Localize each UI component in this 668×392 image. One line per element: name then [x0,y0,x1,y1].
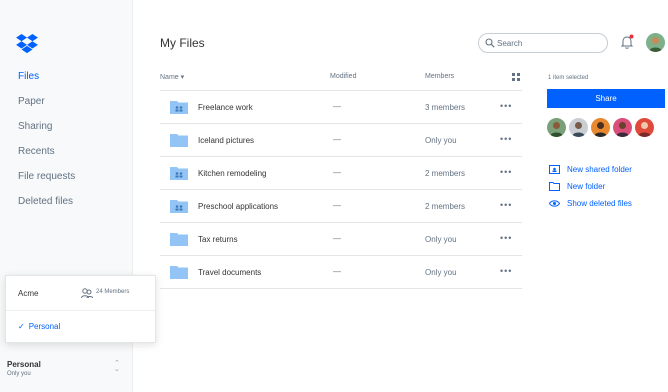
file-modified: — [333,234,341,243]
member-avatar[interactable] [569,118,588,137]
sidebar-item-file-requests[interactable]: File requests [18,168,75,193]
more-options-icon[interactable]: ••• [500,134,512,144]
share-button[interactable]: Share [547,89,665,108]
action-label: New folder [567,182,606,191]
member-avatar[interactable] [613,118,632,137]
more-options-icon[interactable]: ••• [500,266,512,276]
team-name: Acme [18,289,39,298]
team-option-personal[interactable]: ✓ Personal [18,322,60,331]
more-options-icon[interactable]: ••• [500,167,512,177]
user-avatar-icon [646,33,665,52]
user-avatar[interactable] [646,33,665,52]
column-header-modified[interactable]: Modified [330,73,356,80]
member-avatar-icon [613,118,632,137]
eye-icon [549,200,560,207]
file-name[interactable]: Freelance work [198,103,253,112]
more-options-icon[interactable]: ••• [500,233,512,243]
shared-folder-icon [170,101,188,114]
file-name[interactable]: Kitchen remodeling [198,169,266,178]
search-icon [485,38,495,48]
member-avatar-icon [547,118,566,137]
new-shared-folder-action[interactable]: New shared folder [549,161,632,178]
sidebar-item-deleted-files[interactable]: Deleted files [18,193,75,218]
shared-folder-add-icon [549,165,560,174]
sidebar-item-paper[interactable]: Paper [18,93,75,118]
sidebar-nav: Files Paper Sharing Recents File request… [18,68,75,218]
shared-folder-icon [170,200,188,213]
notification-bell-icon[interactable] [620,34,634,50]
file-members: 3 members [425,103,466,112]
account-switcher[interactable]: Personal Only you [7,360,41,377]
column-header-name[interactable]: Name ▾ [160,73,184,81]
file-modified: — [333,267,341,276]
file-modified: — [333,135,341,144]
file-members: Only you [425,268,457,277]
shared-folder-icon [170,167,188,180]
member-avatar-icon [591,118,610,137]
file-members: Only you [425,235,457,244]
table-row[interactable]: Iceland pictures — Only you ••• [160,124,522,157]
member-avatar-icon [635,118,654,137]
chevron-up-down-icon[interactable]: ⌃ ⌄ [114,360,120,373]
file-name[interactable]: Iceland pictures [198,136,254,145]
files-table: Name ▾ Modified Members Freelance work —… [160,69,522,289]
member-avatar[interactable] [635,118,654,137]
file-name[interactable]: Tax returns [198,235,238,244]
members-count: 24 Members [96,289,130,295]
action-label: Show deleted files [567,199,632,208]
folder-icon [170,134,188,147]
folder-icon [170,233,188,246]
checkmark-icon: ✓ [18,322,25,331]
dropbox-logo-icon[interactable] [16,34,38,54]
member-avatar[interactable] [547,118,566,137]
table-row[interactable]: Freelance work — 3 members ••• [160,91,522,124]
folder-add-icon [549,182,560,191]
more-options-icon[interactable]: ••• [500,200,512,210]
table-row[interactable]: Kitchen remodeling — 2 members ••• [160,157,522,190]
sidebar-item-recents[interactable]: Recents [18,143,75,168]
more-options-icon[interactable]: ••• [500,101,512,111]
column-header-members[interactable]: Members [425,73,454,80]
selection-count: 1 item selected [548,75,589,81]
table-row[interactable]: Tax returns — Only you ••• [160,223,522,256]
account-subtitle: Only you [7,371,31,377]
file-members: 2 members [425,169,466,178]
personal-label: Personal [28,322,61,331]
file-name[interactable]: Preschool applications [198,202,278,211]
folder-icon [170,266,188,279]
member-avatar-icon [569,118,588,137]
show-deleted-files-action[interactable]: Show deleted files [549,195,632,212]
table-row[interactable]: Preschool applications — 2 members ••• [160,190,522,223]
file-modified: — [333,168,341,177]
search-bar[interactable] [478,33,608,53]
table-row[interactable]: Travel documents — Only you ••• [160,256,522,289]
sidebar-item-files[interactable]: Files [18,68,75,93]
sidebar-item-sharing[interactable]: Sharing [18,118,75,143]
file-modified: — [333,201,341,210]
table-header: Name ▾ Modified Members [160,69,522,91]
search-input[interactable] [497,37,601,50]
file-name[interactable]: Travel documents [198,268,261,277]
folder-actions: New shared folder New folder Show delete… [549,161,632,212]
file-modified: — [333,102,341,111]
grid-view-icon[interactable] [512,73,520,81]
team-option-acme[interactable]: Acme 24 Members [6,276,155,311]
member-avatar[interactable] [591,118,610,137]
members-icon [81,288,93,299]
team-switcher-popup: Acme 24 Members ✓ Personal [5,275,156,343]
file-members: 2 members [425,202,466,211]
action-label: New shared folder [567,165,632,174]
new-folder-action[interactable]: New folder [549,178,632,195]
account-name: Personal [7,360,41,369]
page-title: My Files [160,36,205,50]
file-members: Only you [425,136,457,145]
member-avatars [547,118,657,137]
